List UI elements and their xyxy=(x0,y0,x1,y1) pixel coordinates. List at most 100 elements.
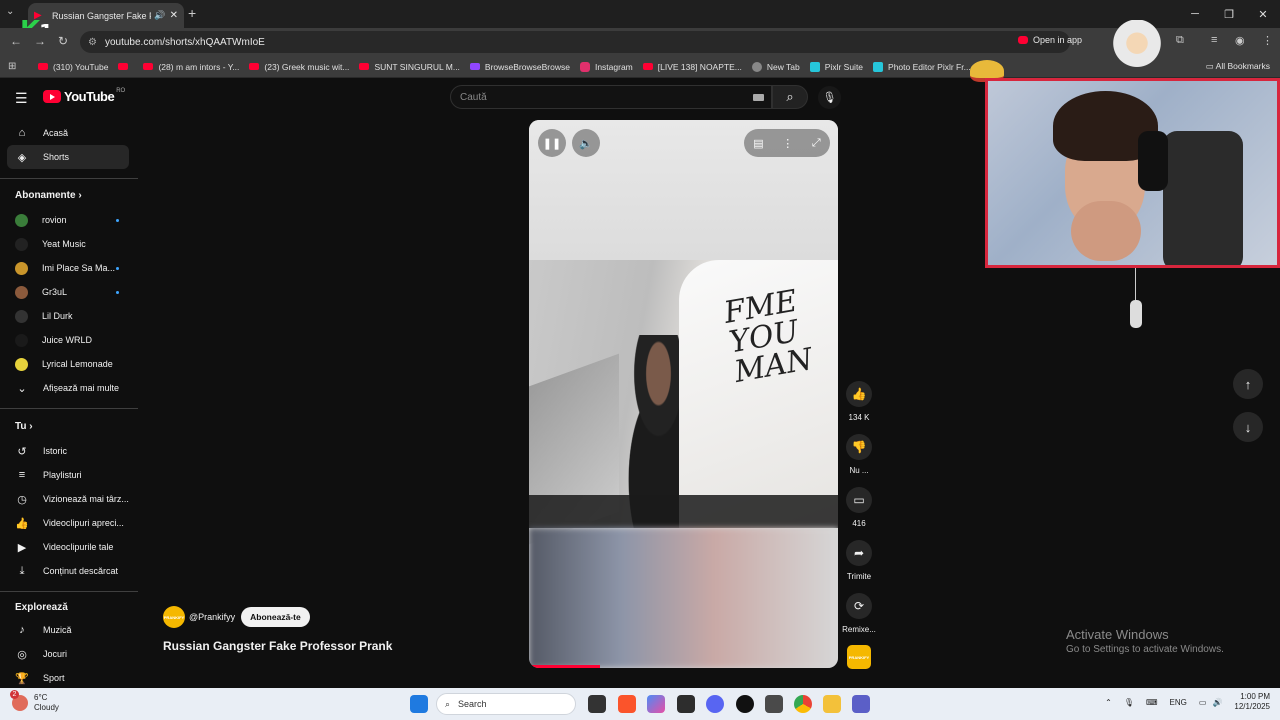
home-icon: ⌂ xyxy=(18,127,26,139)
reading-list-icon[interactable]: ≡ xyxy=(1211,34,1217,46)
teams-icon[interactable] xyxy=(852,695,870,713)
comments-button[interactable]: ▭ 416 xyxy=(842,487,876,528)
dislike-button[interactable]: 👎 Nu ... xyxy=(842,434,876,475)
start-button-icon[interactable] xyxy=(410,695,428,713)
bookmark-item[interactable]: [LIVE 138] NOAPTE... xyxy=(642,62,742,72)
menu-kebab-icon[interactable]: ⋮ xyxy=(1262,34,1273,47)
brave-icon[interactable] xyxy=(618,695,636,713)
restore-button[interactable]: ❐ xyxy=(1212,0,1246,28)
calculator-icon[interactable] xyxy=(765,695,783,713)
microphone-tray-icon[interactable]: 🎙 xyxy=(1124,698,1134,707)
open-in-app-button[interactable]: Open in app xyxy=(1018,35,1082,45)
sidebar-item[interactable]: Imi Place Sa Ma... xyxy=(7,256,129,280)
sidebar-item[interactable]: 👍 Videoclipuri apreci... xyxy=(7,511,129,535)
more-options-icon[interactable]: ⋮ xyxy=(782,137,793,150)
sidebar-item[interactable]: rovion xyxy=(7,208,129,232)
site-info-icon[interactable]: ⚙ xyxy=(88,37,97,48)
sidebar-item[interactable]: Lyrical Lemonade xyxy=(7,352,129,376)
address-bar[interactable]: ⚙ youtube.com/shorts/xhQAATWmIoE xyxy=(80,31,1070,53)
captions-icon[interactable]: ▤ xyxy=(753,137,763,150)
extensions-icon[interactable]: ⧉ xyxy=(1176,34,1184,47)
clock[interactable]: 1:00 PM 12/1/2025 xyxy=(1234,692,1270,712)
next-short-button[interactable]: ↓ xyxy=(1233,412,1263,442)
video-progress-bar[interactable] xyxy=(529,665,601,668)
short-video-player[interactable]: FME YOU MAN ❚❚ 🔈 ▤ ⋮ ⤢ xyxy=(529,120,838,668)
bookmark-item[interactable]: SUNT SINGURUL M... xyxy=(359,62,460,72)
reload-icon[interactable]: ↻ xyxy=(58,34,68,48)
sidebar-item[interactable]: ↺ Istoric xyxy=(7,439,129,463)
sidebar-item[interactable]: ♪ Muzică xyxy=(7,618,129,642)
volume-tray-icon[interactable]: 🔊 xyxy=(1212,698,1222,707)
youtube-icon xyxy=(143,63,154,70)
pause-button[interactable]: ❚❚ xyxy=(538,129,566,157)
you-heading[interactable]: Tu › xyxy=(15,421,33,432)
task-view-icon[interactable] xyxy=(588,695,606,713)
bookmark-item[interactable]: (23) Greek music wit... xyxy=(249,62,349,72)
bookmark-item[interactable]: Photo Editor Pixlr Fr... xyxy=(873,61,971,72)
voice-search-button[interactable]: 🎙 xyxy=(818,86,841,109)
tab-search-icon[interactable]: ⌄ xyxy=(6,6,14,17)
remix-button[interactable]: ⟳ Remixe... xyxy=(842,593,876,634)
sidebar-item[interactable]: Lil Durk xyxy=(7,304,129,328)
sidebar-item[interactable]: ▶ Videoclipurile tale xyxy=(7,535,129,559)
subscriptions-heading[interactable]: Abonamente › xyxy=(15,190,82,201)
network-icon[interactable]: ▭ xyxy=(1199,698,1207,707)
volume-button[interactable]: 🔈 xyxy=(572,129,600,157)
profile-avatar[interactable]: ◉ xyxy=(1235,34,1245,47)
apps-grid-icon[interactable]: ⊞ xyxy=(8,61,16,72)
hamburger-menu-icon[interactable]: ☰ xyxy=(15,90,28,107)
tab-close-icon[interactable]: ✕ xyxy=(170,10,178,21)
close-window-button[interactable]: ✕ xyxy=(1246,0,1280,28)
discord-icon[interactable] xyxy=(706,695,724,713)
search-input[interactable]: Caută xyxy=(450,85,772,109)
sidebar-item[interactable]: ⤓ Conținut descărcat xyxy=(7,559,129,583)
file-explorer-icon[interactable] xyxy=(823,695,841,713)
hanging-figure-sticker xyxy=(1128,268,1144,330)
fullscreen-icon[interactable]: ⤢ xyxy=(812,137,821,150)
weather-widget[interactable]: 2 6°C Cloudy xyxy=(10,690,59,714)
keyboard-icon[interactable] xyxy=(753,94,764,101)
subscribe-button[interactable]: Abonează-te xyxy=(241,607,310,627)
sidebar-item[interactable]: Yeat Music xyxy=(7,232,129,256)
bookmark-item[interactable]: Instagram xyxy=(579,61,633,72)
language-indicator[interactable]: ENG xyxy=(1170,698,1187,707)
forward-icon[interactable]: → xyxy=(34,34,46,48)
sidebar-item[interactable]: Gr3uL xyxy=(7,280,129,304)
sidebar-item[interactable]: ◷ Vizionează mai târz... xyxy=(7,487,129,511)
search-button[interactable]: ⌕ xyxy=(772,85,808,109)
chrome-icon[interactable] xyxy=(794,695,812,713)
bookmark-item[interactable] xyxy=(118,63,133,70)
sidebar-item[interactable]: 🏆 Sport xyxy=(7,666,129,690)
all-bookmarks-button[interactable]: ▭ All Bookmarks xyxy=(1206,61,1270,72)
short-title[interactable]: Russian Gangster Fake Professor Prank xyxy=(163,639,392,653)
sidebar-item[interactable]: ◈ Shorts xyxy=(7,145,129,169)
app-icon[interactable] xyxy=(677,695,695,713)
channel-avatar[interactable]: PRANKIFY xyxy=(163,606,185,628)
sidebar-item[interactable]: ≡ Playlisturi xyxy=(7,463,129,487)
copilot-icon[interactable] xyxy=(647,695,665,713)
chevron-up-icon[interactable]: ⌃ xyxy=(1105,698,1112,707)
bookmark-item[interactable]: Pixlr Suite xyxy=(809,61,863,72)
bookmark-item[interactable]: (28) m am intors - Y... xyxy=(143,62,239,72)
sidebar-item[interactable]: ⌂ Acasă xyxy=(7,121,129,145)
obs-icon[interactable] xyxy=(736,695,754,713)
channel-handle[interactable]: @Prankifyy xyxy=(189,612,235,622)
bookmark-item[interactable]: New Tab xyxy=(751,61,800,72)
sidebar-item[interactable]: ◎ Jocuri xyxy=(7,642,129,666)
back-icon[interactable]: ← xyxy=(10,34,22,48)
channel-thumbnail[interactable]: PRANKIFY xyxy=(847,645,871,669)
bookmark-item[interactable]: BrowseBrowseBrowse xyxy=(469,62,570,72)
sidebar-item[interactable]: Juice WRLD xyxy=(7,328,129,352)
taskbar-search[interactable]: ⌕ Search xyxy=(436,693,576,715)
bookmark-item[interactable]: (310) YouTube xyxy=(38,62,108,72)
youtube-logo[interactable]: YouTube RO xyxy=(43,88,125,104)
sidebar-item[interactable]: ⌄ Afișează mai multe xyxy=(7,376,129,400)
minimize-button[interactable]: ─ xyxy=(1178,0,1212,28)
like-button[interactable]: 👍 134 K xyxy=(842,381,876,422)
previous-short-button[interactable]: ↑ xyxy=(1233,369,1263,399)
your-videos-icon: ▶ xyxy=(17,541,27,554)
tab-audio-icon[interactable]: 🔊 xyxy=(154,10,165,21)
new-tab-button[interactable]: + xyxy=(188,5,196,21)
keyboard-tray-icon[interactable]: ⌨ xyxy=(1146,698,1158,707)
share-button[interactable]: ➦ Trimite xyxy=(842,540,876,581)
